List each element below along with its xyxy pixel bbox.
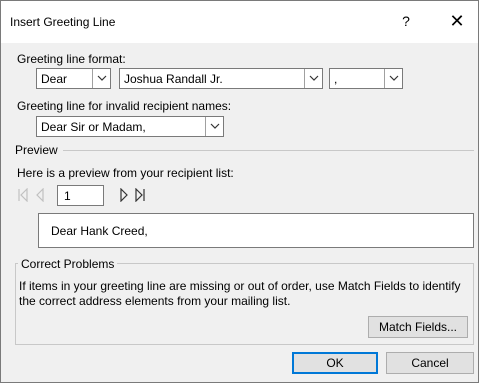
record-number-input[interactable]: 1: [57, 185, 104, 206]
punctuation-value: ,: [334, 72, 338, 86]
record-number-value: 1: [64, 189, 71, 203]
preview-section-label: Preview: [15, 143, 58, 157]
chevron-down-icon[interactable]: [205, 117, 223, 136]
dialog-title: Insert Greeting Line: [10, 15, 116, 29]
punctuation-dropdown[interactable]: ,: [329, 68, 403, 89]
close-button[interactable]: ✕: [444, 9, 470, 33]
last-record-icon[interactable]: [134, 187, 146, 205]
greeting-preview-text: Dear Hank Creed,: [51, 224, 148, 238]
greeting-preview-box: Dear Hank Creed,: [38, 213, 474, 248]
name-format-value: Joshua Randall Jr.: [124, 72, 223, 86]
correct-problems-description: If items in your greeting line are missi…: [19, 279, 461, 308]
preview-divider: [63, 150, 474, 151]
salutation-value: Dear: [41, 72, 68, 86]
preview-description: Here is a preview from your recipient li…: [17, 166, 234, 180]
chevron-down-icon[interactable]: [304, 69, 322, 88]
help-button[interactable]: ?: [396, 11, 416, 31]
first-record-icon[interactable]: [17, 187, 29, 205]
insert-greeting-line-dialog: Insert Greeting Line ? ✕ Greeting line f…: [0, 0, 479, 383]
correct-problems-label: Correct Problems: [18, 257, 118, 271]
chevron-down-icon[interactable]: [92, 69, 110, 88]
salutation-dropdown[interactable]: Dear: [36, 68, 111, 89]
invalid-names-label: Greeting line for invalid recipient name…: [17, 99, 232, 113]
name-format-dropdown[interactable]: Joshua Randall Jr.: [119, 68, 323, 89]
previous-record-icon[interactable]: [35, 187, 45, 205]
invalid-names-dropdown[interactable]: Dear Sir or Madam,: [36, 116, 224, 137]
chevron-down-icon[interactable]: [384, 69, 402, 88]
title-bar: Insert Greeting Line ? ✕: [1, 1, 478, 43]
invalid-names-value: Dear Sir or Madam,: [41, 120, 146, 134]
match-fields-button[interactable]: Match Fields...: [368, 316, 468, 338]
ok-button[interactable]: OK: [292, 352, 378, 374]
next-record-icon[interactable]: [119, 187, 129, 205]
greeting-format-label: Greeting line format:: [17, 52, 126, 66]
cancel-button[interactable]: Cancel: [386, 352, 474, 374]
